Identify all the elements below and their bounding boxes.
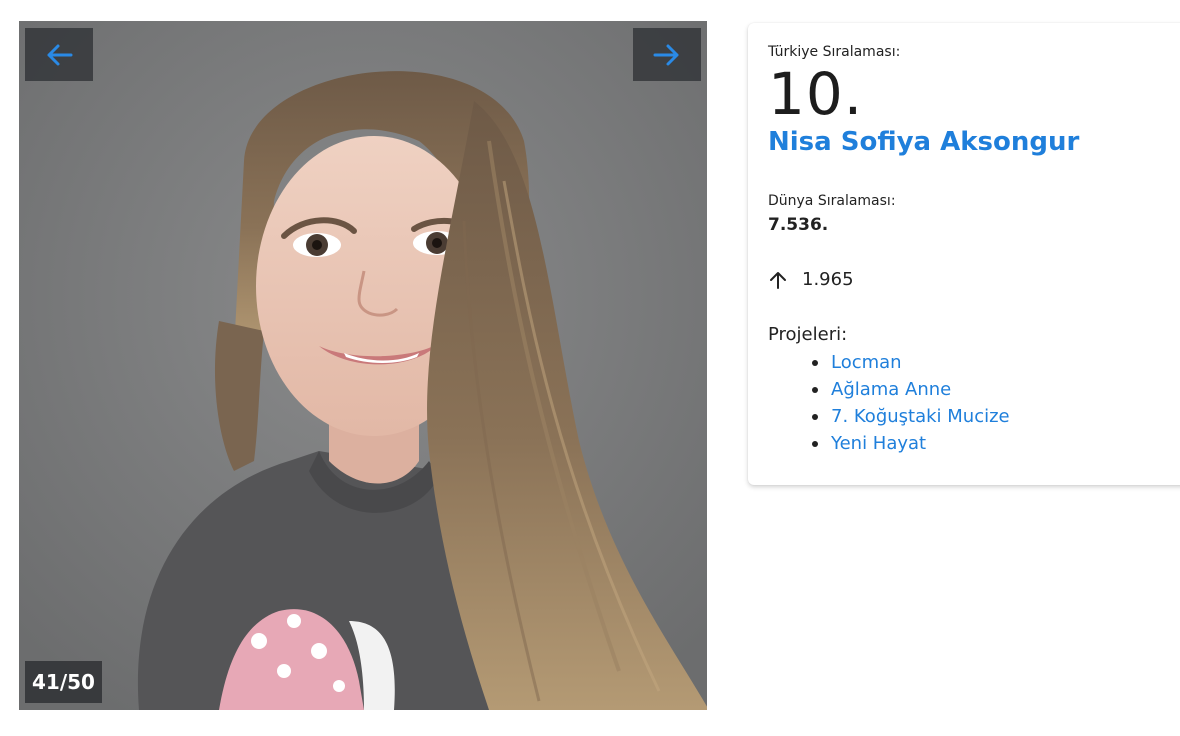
actor-name-link[interactable]: Nisa Sofiya Aksongur (768, 127, 1079, 157)
turkey-rank-label: Türkiye Sıralaması: (768, 44, 901, 60)
profile-photo (19, 21, 707, 710)
turkey-rank-value: 10. (768, 60, 864, 128)
list-item: Yeni Hayat (812, 430, 1010, 457)
project-link[interactable]: Yeni Hayat (831, 433, 926, 454)
bullet-icon (812, 440, 818, 447)
bullet-icon (812, 413, 818, 420)
previous-photo-button[interactable] (25, 28, 93, 81)
arrow-right-icon (653, 44, 679, 65)
bullet-icon (812, 386, 818, 393)
project-link[interactable]: 7. Koğuştaki Mucize (831, 406, 1010, 427)
photo-counter: 41/50 (25, 661, 102, 703)
rank-change: 1.965 (768, 269, 854, 290)
photo-gallery: 41/50 (19, 21, 707, 710)
profile-card: Türkiye Sıralaması: 10. Nisa Sofiya Akso… (748, 23, 1180, 485)
arrow-up-icon (770, 271, 786, 289)
rank-change-value: 1.965 (802, 269, 854, 290)
project-link[interactable]: Ağlama Anne (831, 379, 951, 400)
bullet-icon (812, 359, 818, 366)
next-photo-button[interactable] (633, 28, 701, 81)
arrow-left-icon (47, 44, 73, 65)
projects-label: Projeleri: (768, 324, 848, 345)
list-item: Locman (812, 349, 1010, 376)
list-item: Ağlama Anne (812, 376, 1010, 403)
list-item: 7. Koğuştaki Mucize (812, 403, 1010, 430)
world-rank-value: 7.536. (768, 215, 829, 235)
projects-list: Locman Ağlama Anne 7. Koğuştaki Mucize Y… (812, 349, 1010, 457)
world-rank-label: Dünya Sıralaması: (768, 193, 896, 209)
project-link[interactable]: Locman (831, 352, 902, 373)
